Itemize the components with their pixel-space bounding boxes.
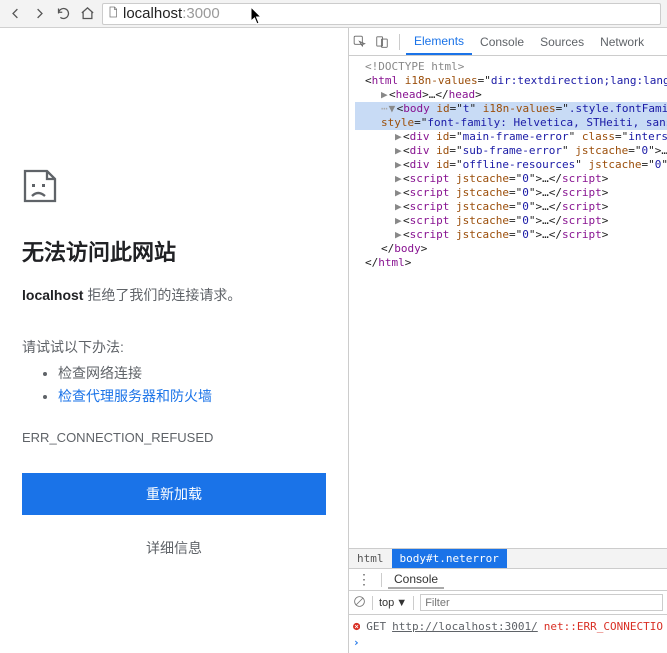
address-bar[interactable]: localhost:3000 bbox=[102, 3, 661, 25]
error-code: ERR_CONNECTION_REFUSED bbox=[22, 430, 326, 445]
request-url: http://localhost:3001/ bbox=[392, 620, 538, 633]
chevron-right-icon: › bbox=[353, 636, 360, 649]
dom-body-close[interactable]: </body> bbox=[355, 242, 667, 256]
tab-console-drawer[interactable]: Console bbox=[388, 570, 444, 589]
divider bbox=[413, 596, 414, 610]
address-port: :3000 bbox=[182, 5, 220, 22]
device-icon[interactable] bbox=[371, 28, 393, 55]
dom-div3[interactable]: ▶<div id="offline-resources" jstcache="0… bbox=[355, 158, 667, 172]
list-item: 检查代理服务器和防火墙 bbox=[58, 386, 326, 406]
clear-console-icon[interactable] bbox=[353, 595, 366, 611]
devtools-tabs: Elements Console Sources Network bbox=[349, 28, 667, 56]
console-drawer: ⋮ Console top ▼ GET http://localhost:300… bbox=[349, 568, 667, 653]
dom-script[interactable]: ▶<script jstcache="0">…</script> bbox=[355, 200, 667, 214]
dom-head[interactable]: ▶<head>…</head> bbox=[355, 88, 667, 102]
proxy-firewall-link[interactable]: 检查代理服务器和防火墙 bbox=[58, 388, 212, 404]
address-text: localhost:3000 bbox=[123, 5, 220, 22]
divider bbox=[381, 573, 382, 587]
forward-icon[interactable] bbox=[30, 5, 48, 23]
console-toolbar: top ▼ bbox=[349, 591, 667, 615]
request-method: GET bbox=[366, 620, 386, 633]
net-error: net::ERR_CONNECTIO bbox=[544, 620, 663, 633]
kebab-icon[interactable]: ⋮ bbox=[353, 571, 375, 588]
try-label: 请试试以下办法: bbox=[22, 337, 326, 357]
dom-body-style[interactable]: style="font-family: Helvetica, STHeiti, … bbox=[355, 116, 667, 130]
dom-html-close[interactable]: </html> bbox=[355, 256, 667, 270]
tab-network[interactable]: Network bbox=[592, 28, 652, 55]
context-selector[interactable]: top ▼ bbox=[379, 597, 407, 609]
dom-div2[interactable]: ▶<div id="sub-frame-error" jstcache="0">… bbox=[355, 144, 667, 158]
reload-button[interactable]: 重新加载 bbox=[22, 473, 326, 515]
tab-sources[interactable]: Sources bbox=[532, 28, 592, 55]
dom-div1[interactable]: ▶<div id="main-frame-error" class="inter… bbox=[355, 130, 667, 144]
console-messages: GET http://localhost:3001/ net::ERR_CONN… bbox=[349, 615, 667, 653]
dom-script[interactable]: ▶<script jstcache="0">…</script> bbox=[355, 214, 667, 228]
dom-doctype: <!DOCTYPE html> bbox=[355, 60, 667, 74]
content-area: 无法访问此网站 localhost 拒绝了我们的连接请求。 请试试以下办法: 检… bbox=[0, 28, 348, 653]
dom-body-open[interactable]: ▼<body id="t" i18n-values=".style.fontFa… bbox=[355, 102, 667, 116]
address-host: localhost bbox=[123, 5, 182, 22]
error-host: localhost bbox=[22, 287, 83, 303]
back-icon[interactable] bbox=[6, 5, 24, 23]
list-item: 检查网络连接 bbox=[58, 363, 326, 383]
chevron-down-icon: ▼ bbox=[396, 597, 407, 609]
dom-script[interactable]: ▶<script jstcache="0">…</script> bbox=[355, 186, 667, 200]
error-icon bbox=[353, 621, 360, 632]
error-msg-suffix: 拒绝了我们的连接请求。 bbox=[83, 287, 241, 303]
console-drawer-tabs: ⋮ Console bbox=[349, 569, 667, 591]
devtools-panel: Elements Console Sources Network <!DOCTY… bbox=[348, 28, 667, 653]
divider bbox=[399, 34, 400, 50]
sad-page-icon bbox=[22, 168, 58, 204]
divider bbox=[372, 596, 373, 610]
console-prompt[interactable]: › bbox=[353, 634, 663, 650]
home-icon[interactable] bbox=[78, 5, 96, 23]
inspect-icon[interactable] bbox=[349, 28, 371, 55]
console-error-row[interactable]: GET http://localhost:3001/ net::ERR_CONN… bbox=[353, 618, 663, 634]
breadcrumb[interactable]: html body#t.neterror bbox=[349, 548, 667, 568]
error-title: 无法访问此网站 bbox=[22, 235, 326, 267]
browser-toolbar: localhost:3000 bbox=[0, 0, 667, 28]
tab-console[interactable]: Console bbox=[472, 28, 532, 55]
console-filter-input[interactable] bbox=[420, 594, 663, 611]
error-message: localhost 拒绝了我们的连接请求。 bbox=[22, 285, 326, 305]
page-icon bbox=[107, 5, 119, 22]
dom-script[interactable]: ▶<script jstcache="0">…</script> bbox=[355, 172, 667, 186]
dom-html-open[interactable]: <html i18n-values="dir:textdirection;lan… bbox=[355, 74, 667, 88]
dom-tree[interactable]: <!DOCTYPE html> <html i18n-values="dir:t… bbox=[349, 56, 667, 548]
reload-icon[interactable] bbox=[54, 5, 72, 23]
suggestion-list: 检查网络连接 检查代理服务器和防火墙 bbox=[22, 363, 326, 406]
details-button[interactable]: 详细信息 bbox=[22, 537, 326, 559]
crumb-body[interactable]: body#t.neterror bbox=[392, 549, 507, 568]
dom-script[interactable]: ▶<script jstcache="0">…</script> bbox=[355, 228, 667, 242]
crumb-html[interactable]: html bbox=[349, 549, 392, 568]
tab-elements[interactable]: Elements bbox=[406, 28, 472, 55]
